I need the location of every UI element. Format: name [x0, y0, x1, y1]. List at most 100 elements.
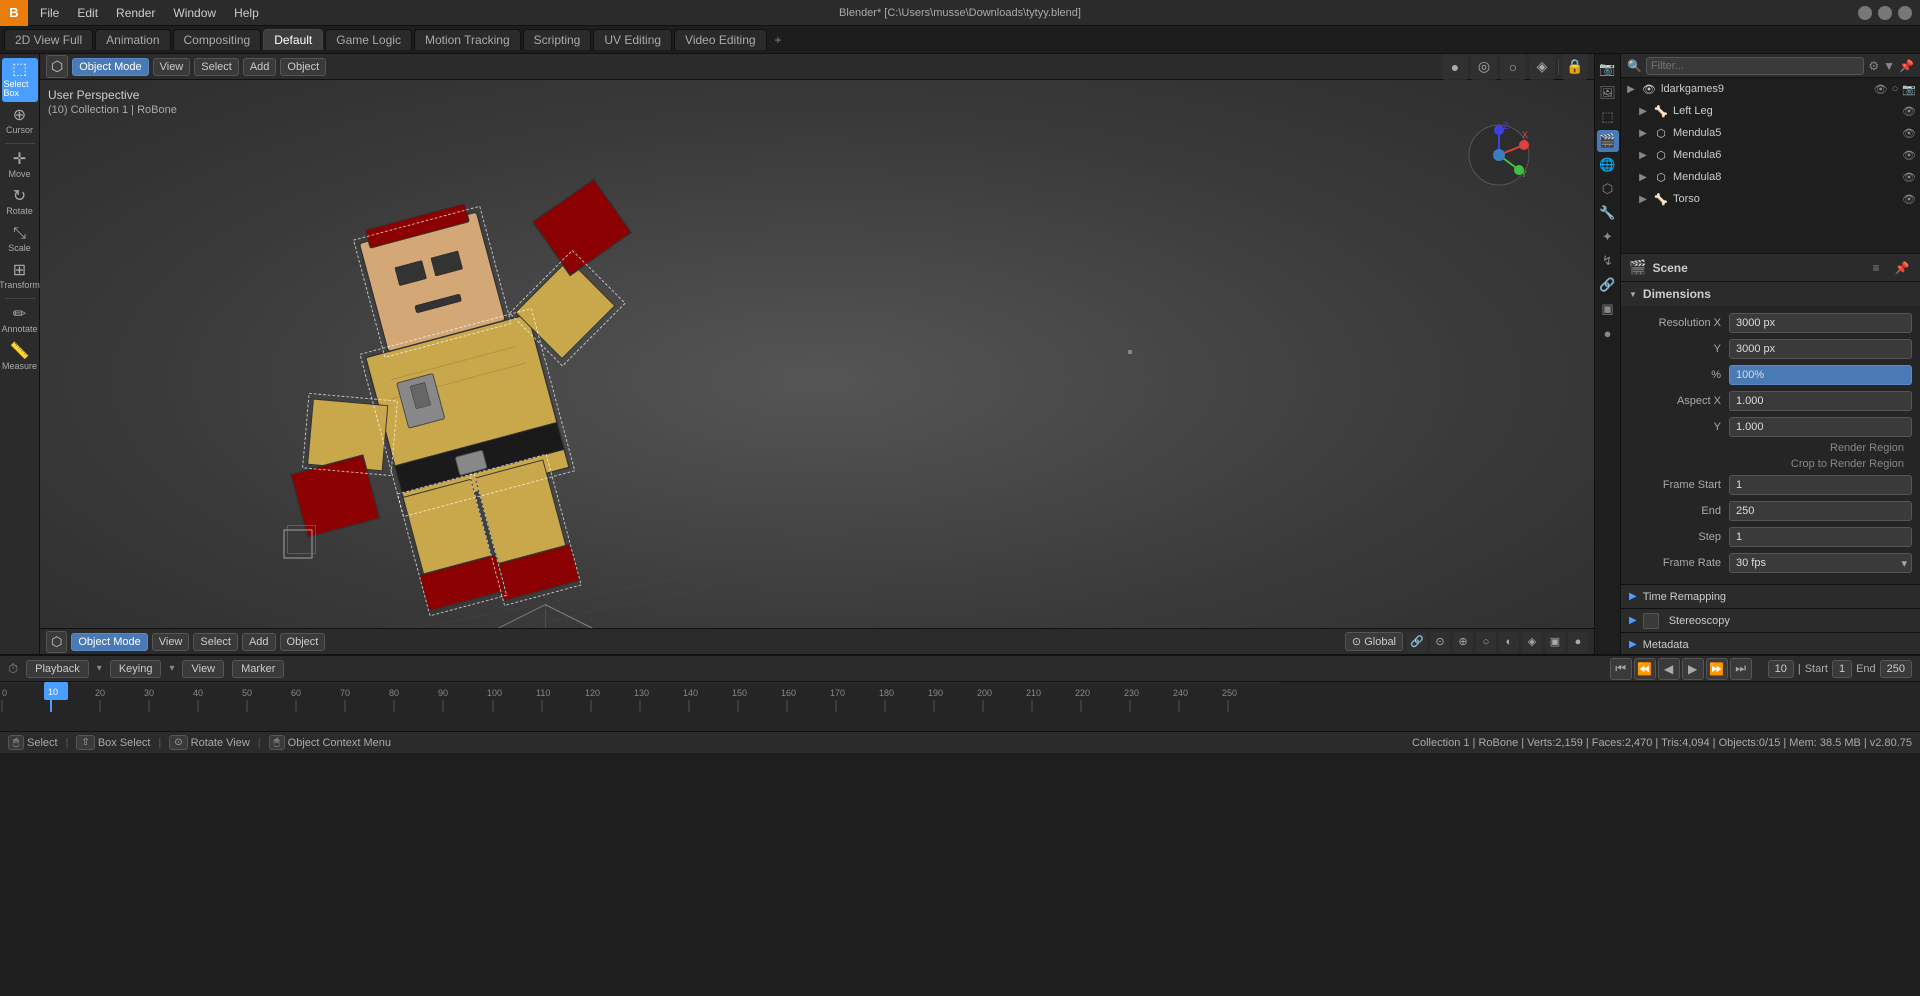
left-mouse-icon[interactable]: 🖱	[8, 735, 24, 750]
jump-end-btn[interactable]: ⏭	[1730, 658, 1752, 680]
end-frame-input[interactable]: 250	[1880, 660, 1912, 678]
current-frame-display[interactable]: 10	[1768, 660, 1794, 678]
select-menu[interactable]: Select	[194, 58, 239, 76]
middle-mouse-icon[interactable]: ⊙	[169, 735, 187, 750]
panel-object-icon[interactable]: ⬡	[1597, 178, 1619, 200]
add-menu[interactable]: Add	[243, 58, 277, 76]
object-mode-btn-bottom[interactable]: Object Mode	[71, 633, 147, 651]
shading-btn[interactable]: ◐	[1499, 632, 1519, 652]
editor-type-btn[interactable]: ⬡	[46, 55, 68, 78]
right-mouse-icon[interactable]: 🖱	[269, 735, 285, 750]
menu-edit[interactable]: Edit	[69, 4, 106, 22]
frame-end-input[interactable]: 250	[1729, 501, 1912, 521]
viewport-lock-camera[interactable]: 🔒	[1562, 54, 1588, 80]
material-preview-btn[interactable]: ●	[1568, 632, 1588, 652]
pivot-dropdown[interactable]: ⊙ Global	[1345, 632, 1403, 651]
resolution-x-input[interactable]: 3000 px	[1729, 313, 1912, 333]
panel-render-icon[interactable]: 📷	[1597, 58, 1619, 80]
panel-modifier-icon[interactable]: 🔧	[1597, 202, 1619, 224]
prev-keyframe-btn[interactable]: ⏪	[1634, 658, 1656, 680]
playback-dropdown-icon[interactable]: ▾	[97, 663, 102, 674]
toolbar-annotate[interactable]: ✏ Annotate	[2, 303, 38, 338]
restrict-icon[interactable]: ○	[1892, 83, 1899, 95]
snap-btn[interactable]: 🔗	[1407, 632, 1427, 652]
toolbar-measure[interactable]: 📏 Measure	[2, 340, 38, 375]
next-keyframe-btn[interactable]: ⏩	[1706, 658, 1728, 680]
menu-help[interactable]: Help	[226, 4, 267, 22]
overlay-btn[interactable]: ○	[1476, 632, 1496, 652]
resolution-y-input[interactable]: 3000 px	[1729, 339, 1912, 359]
panel-world-icon[interactable]: 🌐	[1597, 154, 1619, 176]
editor-type-btn-bottom[interactable]: ⬡	[46, 631, 67, 653]
xray-btn-bottom[interactable]: ◈	[1522, 632, 1542, 652]
visibility-icon[interactable]: 👁	[1902, 149, 1916, 162]
outliner-item[interactable]: ▶ 🦴 Left Leg 👁	[1621, 100, 1920, 122]
tab-2dview[interactable]: 2D View Full	[4, 29, 93, 50]
outliner-item[interactable]: ▶ ⬡ Mendula5 👁	[1621, 122, 1920, 144]
tab-animation[interactable]: Animation	[95, 29, 170, 50]
menu-file[interactable]: File	[32, 4, 67, 22]
outliner-item[interactable]: ▶ ⬡ Mendula8 👁	[1621, 166, 1920, 188]
viewport-shading-solid[interactable]: ●	[1442, 54, 1468, 80]
view-btn-timeline[interactable]: View	[182, 660, 224, 678]
keying-dropdown-icon[interactable]: ▾	[169, 663, 174, 674]
tab-videoediting[interactable]: Video Editing	[674, 29, 767, 50]
time-remapping-section[interactable]: ▶ Time Remapping	[1621, 585, 1920, 609]
toolbar-transform[interactable]: ⊞ Transform	[2, 259, 38, 294]
outliner-item[interactable]: ▶ ⬡ Mendula6 👁	[1621, 144, 1920, 166]
maximize-btn[interactable]	[1878, 6, 1892, 20]
tab-motiontracking[interactable]: Motion Tracking	[414, 29, 521, 50]
outliner-item[interactable]: ▶ 🦴 Torso 👁	[1621, 188, 1920, 210]
outliner-pin-icon[interactable]: 📌	[1899, 59, 1914, 73]
add-btn-bottom[interactable]: Add	[242, 633, 276, 651]
resolution-pct-input[interactable]: 100%	[1729, 365, 1912, 385]
playback-btn[interactable]: Playback	[26, 660, 89, 678]
object-btn-bottom[interactable]: Object	[280, 633, 326, 651]
blender-logo[interactable]: B	[0, 0, 28, 26]
panel-data-icon[interactable]: ▣	[1597, 298, 1619, 320]
outliner-search-input[interactable]	[1646, 57, 1864, 75]
toolbar-select-box[interactable]: ⬚ Select Box	[2, 58, 38, 102]
aspect-x-input[interactable]: 1.000	[1729, 391, 1912, 411]
menu-window[interactable]: Window	[165, 4, 224, 22]
viewport-xray[interactable]: ◈	[1529, 54, 1555, 80]
tab-compositing[interactable]: Compositing	[173, 29, 262, 50]
stereoscopy-checkbox[interactable]	[1643, 613, 1659, 629]
tab-gamelogic[interactable]: Game Logic	[325, 29, 412, 50]
render-restrict-icon[interactable]: 📷	[1902, 83, 1916, 96]
object-mode-dropdown[interactable]: Object Mode	[72, 58, 148, 76]
panel-scene-icon[interactable]: 🎬	[1597, 130, 1619, 152]
tab-uvediting[interactable]: UV Editing	[593, 29, 672, 50]
shift-icon[interactable]: ⇧	[76, 735, 94, 750]
scene-settings-btn[interactable]: ≡	[1866, 258, 1886, 278]
dimensions-section-header[interactable]: ▼ Dimensions	[1621, 282, 1920, 306]
outliner-item[interactable]: ▶ 👁 ldarkgames9 👁 ○ 📷	[1621, 78, 1920, 100]
panel-material-icon[interactable]: ●	[1597, 322, 1619, 344]
play-reverse-btn[interactable]: ◀	[1658, 658, 1680, 680]
show-gizmo-btn[interactable]: ⊕	[1453, 632, 1473, 652]
toolbar-cursor[interactable]: ⊕ Cursor	[2, 104, 38, 139]
panel-output-icon[interactable]: 🖼	[1597, 82, 1619, 104]
panel-view-layer-icon[interactable]: ⬚	[1597, 106, 1619, 128]
metadata-section[interactable]: ▶ Metadata	[1621, 633, 1920, 654]
marker-btn[interactable]: Marker	[232, 660, 284, 678]
frame-start-input[interactable]: 1	[1729, 475, 1912, 495]
viewport-overlay[interactable]: ○	[1500, 54, 1526, 80]
visibility-icon[interactable]: 👁	[1902, 193, 1916, 206]
outliner-settings-icon[interactable]: ⚙	[1868, 59, 1879, 73]
minimize-btn[interactable]	[1858, 6, 1872, 20]
close-btn[interactable]	[1898, 6, 1912, 20]
view-btn-bottom[interactable]: View	[152, 633, 190, 651]
visibility-icon[interactable]: 👁	[1874, 83, 1888, 96]
jump-start-btn[interactable]: ⏮	[1610, 658, 1632, 680]
menu-render[interactable]: Render	[108, 4, 163, 22]
add-workspace-btn[interactable]: +	[769, 31, 788, 49]
toolbar-scale[interactable]: ⤡ Scale	[2, 222, 38, 257]
toolbar-rotate[interactable]: ↻ Rotate	[2, 185, 38, 220]
object-menu[interactable]: Object	[280, 58, 326, 76]
frame-step-input[interactable]: 1	[1729, 527, 1912, 547]
frame-rate-dropdown[interactable]: 30 fps	[1729, 553, 1912, 573]
tab-scripting[interactable]: Scripting	[523, 29, 592, 50]
visibility-icon[interactable]: 👁	[1902, 127, 1916, 140]
keying-btn[interactable]: Keying	[110, 660, 162, 678]
